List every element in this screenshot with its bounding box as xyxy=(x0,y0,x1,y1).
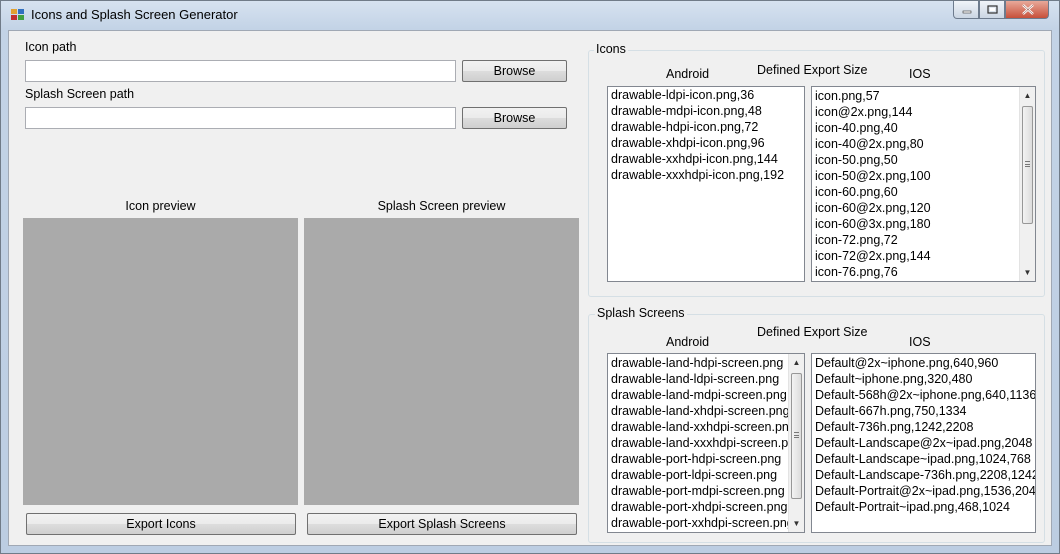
list-item[interactable]: Default-Portrait~ipad.png,468,1024 xyxy=(812,499,1035,515)
icons-ios-header: IOS xyxy=(909,67,931,81)
scroll-up-arrow-icon[interactable]: ▲ xyxy=(789,355,804,370)
list-item[interactable]: Default-Landscape~ipad.png,1024,768 xyxy=(812,451,1035,467)
list-item[interactable]: Default-568h@2x~iphone.png,640,1136 xyxy=(812,387,1035,403)
icon-preview-image xyxy=(23,218,298,505)
list-item[interactable]: Default-Portrait@2x~ipad.png,1536,2048 xyxy=(812,483,1035,499)
list-item[interactable]: drawable-port-xhdpi-screen.png xyxy=(608,499,788,515)
list-item[interactable]: icon.png,57 xyxy=(812,88,1019,104)
icons-android-header: Android xyxy=(666,67,710,81)
list-item[interactable]: drawable-land-xxhdpi-screen.png xyxy=(608,419,788,435)
list-item[interactable]: drawable-port-hdpi-screen.png xyxy=(608,451,788,467)
list-item[interactable]: Default@2x~iphone.png,640,960 xyxy=(812,355,1035,371)
scroll-up-arrow-icon[interactable]: ▲ xyxy=(1020,88,1035,103)
list-item[interactable]: drawable-xhdpi-icon.png,96 xyxy=(608,135,804,151)
list-item[interactable]: icon-60@2x.png,120 xyxy=(812,200,1019,216)
splash-preview-label: Splash Screen preview xyxy=(377,199,506,213)
list-item[interactable]: icon-50.png,50 xyxy=(812,152,1019,168)
splash-defined-size-header: Defined Export Size xyxy=(757,325,868,339)
export-icons-button[interactable]: Export Icons xyxy=(26,513,296,535)
list-item[interactable]: Default-Landscape@2x~ipad.png,2048 xyxy=(812,435,1035,451)
scroll-down-arrow-icon[interactable]: ▼ xyxy=(789,516,804,531)
icons-ios-list[interactable]: icon.png,57 icon@2x.png,144 icon-40.png,… xyxy=(811,86,1036,282)
list-item[interactable]: drawable-mdpi-icon.png,48 xyxy=(608,103,804,119)
splash-android-header: Android xyxy=(666,335,710,349)
list-item[interactable]: Default-Landscape-736h.png,2208,1242 xyxy=(812,467,1035,483)
icon-path-label: Icon path xyxy=(25,40,77,54)
list-item[interactable]: drawable-land-xhdpi-screen.png xyxy=(608,403,788,419)
restore-icon xyxy=(987,5,998,14)
close-icon xyxy=(1022,4,1034,15)
list-item[interactable]: icon-76.png,76 xyxy=(812,264,1019,280)
list-item[interactable]: Default~iphone.png,320,480 xyxy=(812,371,1035,387)
list-item[interactable]: icon-50@2x.png,100 xyxy=(812,168,1019,184)
list-item[interactable]: Default-667h.png,750,1334 xyxy=(812,403,1035,419)
list-item[interactable]: drawable-port-xxhdpi-screen.png xyxy=(608,515,788,531)
window-title: Icons and Splash Screen Generator xyxy=(31,7,238,22)
splash-ios-list[interactable]: Default@2x~iphone.png,640,960 Default~ip… xyxy=(811,353,1036,533)
splash-ios-header: IOS xyxy=(909,335,931,349)
splash-android-scrollbar[interactable]: ▲ ▼ xyxy=(788,354,804,532)
minimize-button[interactable] xyxy=(953,1,979,19)
list-item[interactable]: icon-60@3x.png,180 xyxy=(812,216,1019,232)
browse-splash-button[interactable]: Browse xyxy=(462,107,567,129)
main-window: Icons and Splash Screen Generator Icon p… xyxy=(0,0,1060,554)
splash-path-input[interactable] xyxy=(25,107,456,129)
list-item[interactable]: drawable-xxhdpi-icon.png,144 xyxy=(608,151,804,167)
scroll-thumb[interactable] xyxy=(1022,106,1033,224)
icons-group-title: Icons xyxy=(594,42,628,56)
list-item[interactable]: drawable-port-ldpi-screen.png xyxy=(608,467,788,483)
icons-defined-size-header: Defined Export Size xyxy=(757,63,868,77)
title-bar[interactable]: Icons and Splash Screen Generator xyxy=(1,1,1059,29)
splash-group-title: Splash Screens xyxy=(595,306,687,320)
list-item[interactable]: drawable-land-ldpi-screen.png xyxy=(608,371,788,387)
export-splash-screens-button[interactable]: Export Splash Screens xyxy=(307,513,577,535)
maximize-button[interactable] xyxy=(979,1,1005,19)
list-item[interactable]: icon-40@2x.png,80 xyxy=(812,136,1019,152)
icons-ios-scrollbar[interactable]: ▲ ▼ xyxy=(1019,87,1035,281)
list-item[interactable]: drawable-port-mdpi-screen.png xyxy=(608,483,788,499)
list-item[interactable]: drawable-land-xxxhdpi-screen.png xyxy=(608,435,788,451)
list-item[interactable]: icon@2x.png,144 xyxy=(812,104,1019,120)
scroll-down-arrow-icon[interactable]: ▼ xyxy=(1020,265,1035,280)
list-item[interactable]: drawable-hdpi-icon.png,72 xyxy=(608,119,804,135)
close-button[interactable] xyxy=(1005,1,1049,19)
list-item[interactable]: drawable-land-hdpi-screen.png xyxy=(608,355,788,371)
browse-icon-button[interactable]: Browse xyxy=(462,60,567,82)
scroll-thumb[interactable] xyxy=(791,373,802,499)
list-item[interactable]: icon-72.png,72 xyxy=(812,232,1019,248)
icon-preview-label: Icon preview xyxy=(125,199,196,213)
splash-preview-image xyxy=(304,218,579,505)
list-item[interactable]: drawable-land-mdpi-screen.png xyxy=(608,387,788,403)
app-icon xyxy=(11,9,25,21)
list-item[interactable]: icon-72@2x.png,144 xyxy=(812,248,1019,264)
client-area: Icon path Browse Splash Screen path Brow… xyxy=(8,30,1052,546)
splash-path-label: Splash Screen path xyxy=(25,87,135,101)
icon-path-input[interactable] xyxy=(25,60,456,82)
icons-android-list[interactable]: drawable-ldpi-icon.png,36 drawable-mdpi-… xyxy=(607,86,805,282)
list-item[interactable]: icon-60.png,60 xyxy=(812,184,1019,200)
minimize-icon xyxy=(962,10,972,14)
list-item[interactable]: icon-40.png,40 xyxy=(812,120,1019,136)
list-item[interactable]: Default-736h.png,1242,2208 xyxy=(812,419,1035,435)
list-item[interactable]: drawable-xxxhdpi-icon.png,192 xyxy=(608,167,804,183)
splash-android-list[interactable]: drawable-land-hdpi-screen.png drawable-l… xyxy=(607,353,805,533)
list-item[interactable]: drawable-ldpi-icon.png,36 xyxy=(608,87,804,103)
